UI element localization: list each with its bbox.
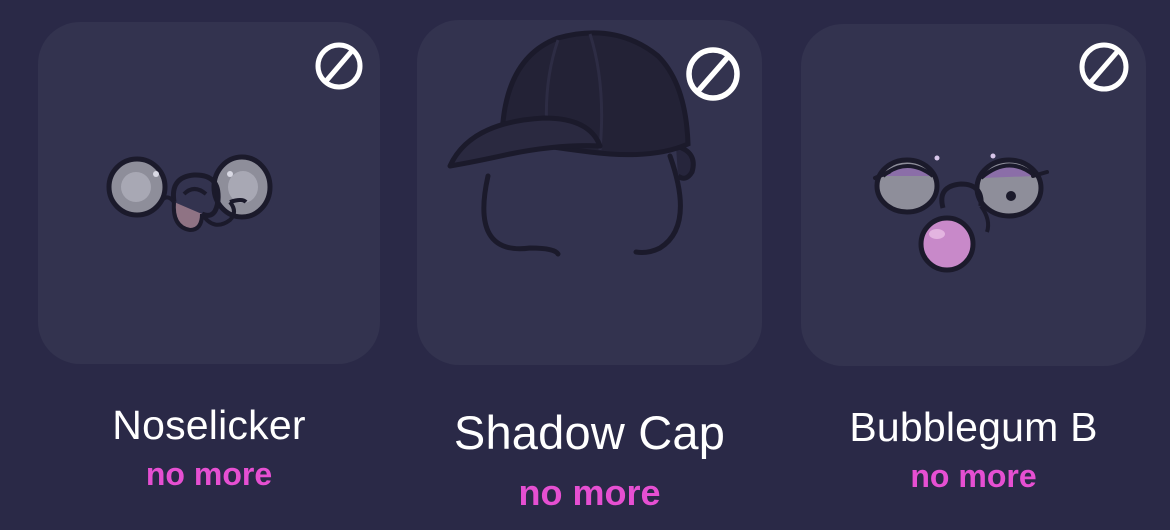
baseball-cap-icon [447, 30, 696, 257]
item-name: Noselicker [112, 402, 306, 448]
item-tile[interactable] [38, 22, 380, 364]
item-tile[interactable] [801, 24, 1146, 366]
item-card-bubblegum-b[interactable]: Bubblegum B no more [780, 0, 1170, 530]
item-grid: Noselicker no more Shadow Cap no more Bu… [0, 0, 1170, 530]
prohibited-icon [315, 42, 363, 90]
item-name: Bubblegum B [849, 404, 1098, 450]
item-card-noselicker[interactable]: Noselicker no more [0, 0, 390, 530]
prohibited-icon [1079, 42, 1129, 92]
item-card-shadow-cap[interactable]: Shadow Cap no more [390, 0, 780, 530]
koala-bubblegum-face-icon [873, 153, 1049, 273]
item-name: Shadow Cap [453, 406, 726, 459]
koala-tongue-face-icon [106, 154, 273, 233]
item-status: no more [518, 472, 661, 513]
item-status: no more [145, 456, 273, 492]
item-status: no more [910, 458, 1037, 494]
